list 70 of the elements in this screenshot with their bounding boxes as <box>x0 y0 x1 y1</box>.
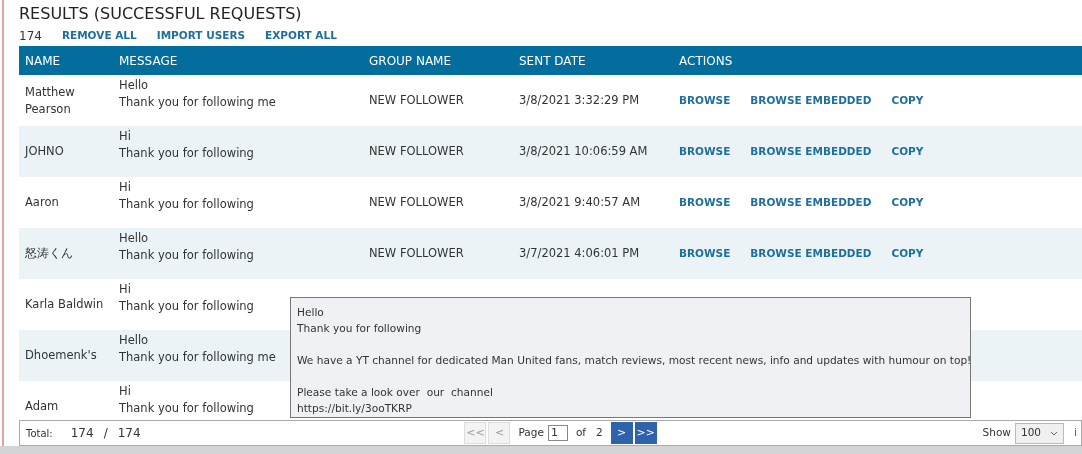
action-link[interactable]: COPY <box>891 143 924 160</box>
name-cell-text: Adam <box>25 398 60 415</box>
column-header: NAME <box>25 53 61 68</box>
page-size-select[interactable]: 100 <box>1014 422 1064 444</box>
tooltip-text: Thank you for following <box>297 321 422 336</box>
date-cell: 3/8/2021 3:32:29 PM <box>519 92 640 107</box>
date-cell: 3/8/2021 9:40:57 AM <box>519 194 641 209</box>
message-line: Hello <box>119 230 149 247</box>
action-link[interactable]: BROWSE EMBEDDED <box>750 92 872 109</box>
page-label: Page <box>518 425 544 441</box>
toolbar-link[interactable]: IMPORT USERS <box>156 28 246 44</box>
message-line: Thank you for following <box>119 400 254 417</box>
action-link[interactable]: BROWSE <box>679 194 731 211</box>
tooltip-text: We have a YT channel for dedicated Man United fans, match reviews, most recent news, info and updates with humour on top! <box>297 353 972 368</box>
message-line: Hello <box>119 332 149 349</box>
message-line: Thank you for following me <box>119 94 276 111</box>
group-cell: NEW FOLLOWER <box>369 194 464 209</box>
page-count: 2 <box>596 425 603 441</box>
column-header: ACTIONS <box>679 53 733 68</box>
total-label: Total: <box>26 426 53 441</box>
action-link[interactable]: COPY <box>891 92 924 109</box>
show-label: Show <box>982 425 1011 441</box>
message-line: Hi <box>119 281 131 298</box>
message-line: Hello <box>119 77 149 94</box>
total-count: 174 <box>70 425 94 442</box>
action-link[interactable]: BROWSE <box>679 143 731 160</box>
column-header: MESSAGE <box>119 53 178 68</box>
chevron-down-icon <box>1049 430 1058 436</box>
toolbar-link[interactable]: REMOVE ALL <box>61 28 137 44</box>
of-label: of <box>575 425 587 441</box>
page-title: RESULTS (SUCCESSFUL REQUESTS) <box>19 4 303 24</box>
message-line: Thank you for following <box>119 298 254 315</box>
name-cell-text: Karla Baldwin <box>25 296 105 313</box>
name-cell-text: Aaron <box>25 194 60 211</box>
action-link[interactable]: BROWSE <box>679 92 731 109</box>
message-line: Hi <box>119 383 131 400</box>
group-cell: NEW FOLLOWER <box>369 92 464 107</box>
name-cell-text: JOHNO <box>25 143 65 160</box>
action-link[interactable]: COPY <box>891 194 924 211</box>
tooltip-text: Hello <box>297 305 324 320</box>
action-link[interactable]: BROWSE <box>679 245 731 262</box>
tooltip-text: https://bit.ly/3ooTKRP <box>297 401 412 416</box>
action-link[interactable]: BROWSE EMBEDDED <box>750 143 872 160</box>
message-line: Hi <box>119 128 131 145</box>
tooltip-text: Please take a look over our channel <box>297 385 493 400</box>
message-line: Thank you for following <box>119 247 254 264</box>
action-link[interactable]: BROWSE EMBEDDED <box>750 245 872 262</box>
message-line: Thank you for following me <box>119 349 276 366</box>
pager-button[interactable]: >> <box>634 422 657 444</box>
edge-text: i <box>1073 424 1077 441</box>
pager-button[interactable]: > <box>610 422 633 444</box>
message-line: Thank you for following <box>119 145 254 162</box>
column-header: GROUP NAME <box>369 53 452 68</box>
name-cell-text: Dhoemenk's <box>25 347 98 364</box>
message-line: Hi <box>119 179 131 196</box>
column-header: SENT DATE <box>519 53 586 68</box>
toolbar-link[interactable]: EXPORT ALL <box>265 28 337 44</box>
result-count: 174 <box>19 28 42 45</box>
total-count: 174 <box>117 425 141 442</box>
page-field[interactable]: 1 <box>547 425 568 441</box>
date-cell: 3/7/2021 4:06:01 PM <box>519 245 640 260</box>
group-cell: NEW FOLLOWER <box>369 245 464 260</box>
name-cell-text: 怒涛くん <box>25 245 74 262</box>
separator-text: / <box>103 425 108 442</box>
group-cell: NEW FOLLOWER <box>369 143 464 158</box>
name-cell-text: Matthew Pearson <box>25 83 76 118</box>
date-cell: 3/8/2021 10:06:59 AM <box>519 143 648 158</box>
action-link[interactable]: BROWSE EMBEDDED <box>750 194 872 211</box>
message-line: Thank you for following <box>119 196 254 213</box>
action-link[interactable]: COPY <box>891 245 924 262</box>
